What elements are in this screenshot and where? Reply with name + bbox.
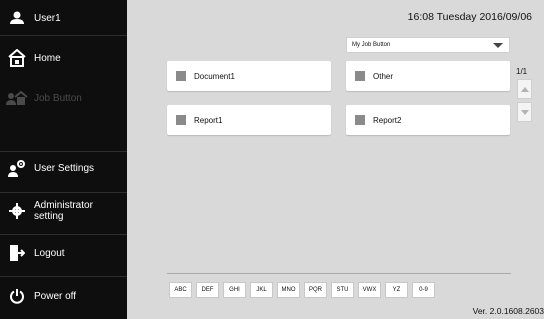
user-icon (0, 11, 34, 25)
divider (0, 35, 127, 36)
user-indicator: User1 (0, 6, 127, 30)
clock: 16:08 Tuesday 2016/09/06 (407, 11, 532, 23)
page-up-button[interactable] (517, 79, 532, 99)
alpha-tab-mno[interactable]: MNO (277, 282, 300, 298)
home-label: Home (34, 52, 61, 64)
job-button-nav: Job Button (0, 86, 127, 110)
chevron-down-icon (520, 109, 529, 115)
divider (167, 273, 511, 274)
version-label: Ver. 2.0.1608.2603 (472, 306, 544, 316)
user-settings-label: User Settings (34, 162, 95, 174)
alpha-tab-jkl[interactable]: JKL (250, 282, 273, 298)
dropdown-value: My Job Button (352, 42, 391, 48)
divider (0, 276, 127, 277)
chevron-down-icon (493, 43, 503, 48)
job-button-icon (0, 90, 34, 106)
alpha-tab-0-9[interactable]: 0-9 (412, 282, 435, 298)
administrator-setting-button[interactable]: Administrator setting (0, 196, 127, 226)
logout-label: Logout (34, 247, 65, 259)
power-icon (0, 288, 34, 304)
job-label: Other (373, 71, 394, 81)
page-indicator: 1/1 (516, 67, 528, 76)
power-off-label: Power off (34, 290, 77, 302)
sidebar: User1 Home Job Button User Settings Admi… (0, 0, 127, 319)
job-swatch (176, 115, 186, 125)
admin-gear-icon (0, 203, 34, 219)
chevron-up-icon (520, 86, 529, 92)
user-name: User1 (34, 12, 61, 24)
alpha-tab-vwx[interactable]: VWX (358, 282, 381, 298)
job-swatch (355, 71, 365, 81)
main-panel: 16:08 Tuesday 2016/09/06 My Job Button D… (127, 0, 544, 319)
job-button-label: Job Button (34, 92, 82, 104)
administrator-setting-label: Administrator setting (34, 200, 93, 222)
logout-icon (0, 244, 34, 262)
job-button-report2[interactable]: Report2 (346, 105, 510, 135)
logout-button[interactable]: Logout (0, 239, 127, 267)
job-swatch (355, 115, 365, 125)
home-button[interactable]: Home (0, 44, 127, 72)
divider (0, 234, 127, 235)
job-button-report1[interactable]: Report1 (167, 105, 331, 135)
job-button-dropdown[interactable]: My Job Button (346, 37, 510, 53)
home-icon (0, 49, 34, 67)
page-down-button[interactable] (517, 102, 532, 122)
admin-label-line2: setting (34, 211, 64, 222)
job-label: Report1 (194, 115, 223, 125)
alphabet-index: ABC DEF GHI JKL MNO PQR STU VWX YZ 0-9 (169, 282, 439, 298)
alpha-tab-pqr[interactable]: PQR (304, 282, 327, 298)
alpha-tab-stu[interactable]: STU (331, 282, 354, 298)
divider (0, 192, 127, 193)
job-swatch (176, 71, 186, 81)
job-label: Document1 (194, 71, 235, 81)
alpha-tab-abc[interactable]: ABC (169, 282, 192, 298)
job-button-document1[interactable]: Document1 (167, 61, 331, 91)
alpha-tab-yz[interactable]: YZ (385, 282, 408, 298)
alpha-tab-def[interactable]: DEF (196, 282, 219, 298)
job-button-other[interactable]: Other (346, 61, 510, 91)
user-settings-button[interactable]: User Settings (0, 154, 127, 182)
admin-label-line1: Administrator (34, 200, 93, 211)
alpha-tab-ghi[interactable]: GHI (223, 282, 246, 298)
user-settings-icon (0, 159, 34, 177)
job-label: Report2 (373, 115, 402, 125)
divider (0, 151, 127, 152)
power-off-button[interactable]: Power off (0, 282, 127, 310)
